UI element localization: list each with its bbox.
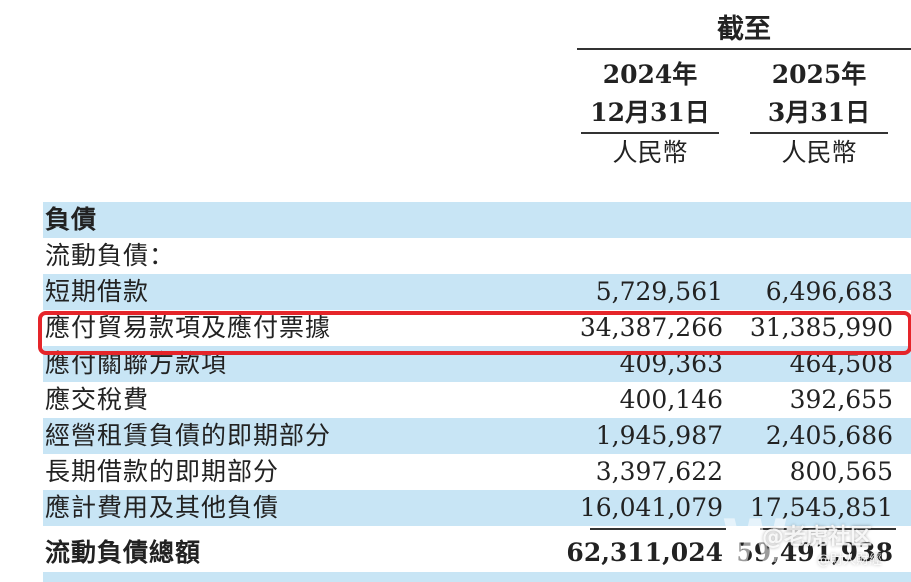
row-value-2025: 392,655	[789, 385, 893, 414]
column-year: 2024年	[602, 60, 698, 89]
watermark-text: @老虎社区	[762, 525, 873, 550]
column-header-2024: 2024年 12月31日 人民幣	[577, 56, 723, 172]
header-rule	[577, 48, 911, 50]
as-of-heading: 截至	[717, 14, 771, 45]
row-label: 長期借款的即期部分	[45, 457, 280, 486]
watermark: W @老虎社区 @財人財經	[722, 505, 911, 582]
column-header-2025: 2025年 3月31日 人民幣	[746, 56, 892, 172]
table-row: 長期借款的即期部分 3,397,622 800,565	[0, 454, 911, 490]
row-value-2024: 16,041,079	[579, 493, 723, 522]
row-value-2025: 6,496,683	[765, 277, 893, 306]
row-value-2025: 2,405,686	[765, 421, 893, 450]
total-value-2024: 62,311,024	[566, 538, 723, 567]
subsection-title-row: 流動負債：	[0, 238, 911, 274]
table-row: 應交稅費 400,146 392,655	[0, 382, 911, 418]
column-date: 12月31日	[581, 94, 719, 134]
watermark-subtext: @財人財經	[817, 553, 883, 568]
row-value-2024: 400,146	[619, 385, 723, 414]
row-label: 短期借款	[45, 277, 150, 306]
row-label: 應計費用及其他負債	[45, 493, 280, 522]
row-label: 經營租賃負債的即期部分	[45, 421, 332, 450]
subsection-title: 流動負債：	[45, 241, 176, 270]
table-row: 短期借款 5,729,561 6,496,683	[0, 274, 911, 310]
column-unit: 人民幣	[781, 138, 857, 167]
row-value-2024: 1,945,987	[595, 421, 723, 450]
total-rule-2024	[590, 528, 726, 530]
row-value-2025: 800,565	[789, 457, 893, 486]
highlight-box	[38, 311, 911, 355]
table-row: 經營租賃負債的即期部分 1,945,987 2,405,686	[0, 418, 911, 454]
column-year: 2025年	[771, 60, 867, 89]
total-label: 流動負債總額	[45, 538, 202, 567]
column-unit: 人民幣	[612, 138, 688, 167]
row-value-2024: 5,729,561	[595, 277, 723, 306]
section-title-row: 負債	[0, 202, 911, 238]
row-value-2024: 3,397,622	[595, 457, 723, 486]
section-title: 負債	[45, 205, 98, 234]
column-date: 3月31日	[750, 94, 888, 134]
row-label: 應交稅費	[45, 385, 150, 414]
